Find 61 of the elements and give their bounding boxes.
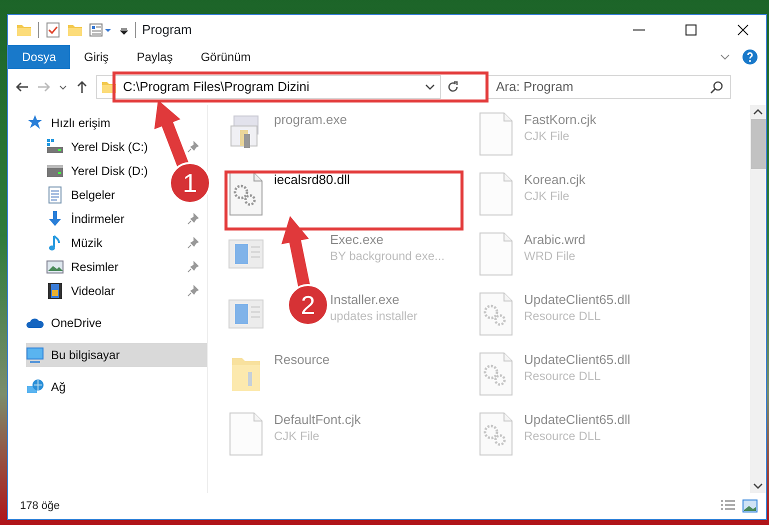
file-type: CJK File bbox=[274, 428, 320, 444]
file-icon[interactable] bbox=[478, 172, 514, 216]
file-type: WRD File bbox=[524, 248, 576, 264]
network-icon bbox=[26, 378, 44, 396]
gear-file-icon[interactable] bbox=[228, 172, 264, 216]
pin-icon[interactable] bbox=[187, 261, 199, 273]
sidebar-item[interactable]: Resimler bbox=[46, 255, 122, 279]
help-icon[interactable] bbox=[742, 49, 758, 65]
file-type: Resource DLL bbox=[524, 428, 602, 444]
drive-icon bbox=[46, 162, 64, 180]
file-type: Resource DLL bbox=[524, 368, 602, 384]
scrollbar-thumb[interactable] bbox=[750, 119, 766, 169]
film-icon bbox=[46, 282, 64, 300]
sidebar-item[interactable]: OneDrive bbox=[26, 311, 106, 335]
close-icon bbox=[735, 22, 751, 38]
pin-icon[interactable] bbox=[187, 213, 199, 225]
step-number-badge: 1 bbox=[169, 162, 211, 204]
maximize-icon bbox=[683, 22, 699, 38]
file-icon[interactable] bbox=[478, 232, 514, 276]
ribbon-tab[interactable]: Görünüm bbox=[186, 45, 265, 69]
star-icon bbox=[26, 114, 44, 132]
pin-icon[interactable] bbox=[187, 285, 199, 297]
sidebar-item[interactable]: Ağ bbox=[26, 375, 70, 399]
computer-icon bbox=[26, 346, 44, 364]
address-field[interactable]: C:\Program Files\Program Dizini bbox=[96, 74, 441, 98]
search-field[interactable]: Ara: Program bbox=[487, 74, 731, 98]
minimize-icon bbox=[633, 29, 645, 31]
pin-icon[interactable] bbox=[187, 237, 199, 249]
pin-icon[interactable] bbox=[187, 141, 199, 153]
file-type: updates installer bbox=[330, 308, 418, 324]
picture-icon bbox=[46, 258, 64, 276]
document-icon bbox=[46, 186, 64, 204]
sidebar-item[interactable]: Videolar bbox=[46, 279, 119, 303]
file-icon[interactable] bbox=[228, 412, 264, 456]
sidebar-item[interactable]: Belgeler bbox=[46, 183, 120, 207]
file-name[interactable]: iecalsrd80.dll bbox=[274, 172, 350, 188]
sidebar-item[interactable]: Yerel Disk (D:) bbox=[46, 159, 152, 183]
folder-icon[interactable] bbox=[67, 22, 83, 38]
window-title: Program bbox=[142, 21, 193, 40]
search-icon bbox=[710, 80, 724, 94]
properties-icon[interactable] bbox=[89, 22, 113, 38]
checklist-icon[interactable] bbox=[45, 22, 61, 38]
ribbon-tab[interactable]: Paylaş bbox=[122, 45, 187, 69]
download-arrow-icon bbox=[46, 210, 64, 228]
step-number-badge: 2 bbox=[287, 284, 329, 326]
file-type: Resource DLL bbox=[524, 308, 602, 324]
sidebar-item[interactable]: Bu bilgisayar bbox=[26, 343, 207, 367]
ribbon-tab[interactable]: Giriş bbox=[70, 45, 123, 69]
large-icons-view-icon[interactable] bbox=[742, 499, 758, 513]
file-icon[interactable] bbox=[478, 112, 514, 156]
file-type: BY background exe... bbox=[330, 248, 445, 264]
file-type: CJK File bbox=[524, 188, 570, 204]
folder-icon[interactable] bbox=[16, 22, 32, 38]
sidebar-item[interactable]: Hızlı erişim bbox=[26, 111, 114, 135]
sidebar-item[interactable]: Yerel Disk (C:) bbox=[46, 135, 152, 159]
drive-icon bbox=[46, 138, 64, 156]
item-count: 178 öğe bbox=[20, 498, 61, 514]
file-type: CJK File bbox=[524, 128, 570, 144]
ribbon-tab[interactable]: Dosya bbox=[8, 45, 70, 69]
sidebar-item[interactable]: Müzik bbox=[46, 231, 106, 255]
sidebar-item[interactable]: İndirmeler bbox=[46, 207, 128, 231]
